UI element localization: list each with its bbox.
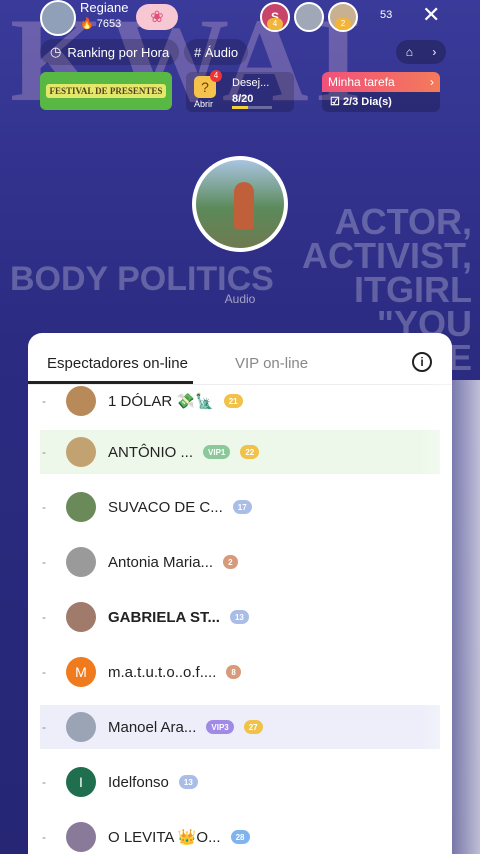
viewer-avatar[interactable]	[66, 437, 96, 467]
background-text-left: BODY POLITICS	[10, 260, 274, 298]
viewer-name: Manoel Ara...	[108, 718, 197, 736]
my-task-label: Minha tarefa	[328, 75, 395, 89]
viewer-badge: 4	[267, 18, 283, 30]
level-badge: VIP3	[206, 720, 234, 734]
ranking-button[interactable]: ◷ Ranking por Hora	[40, 39, 180, 65]
viewers-sheet: Espectadores on-line VIP on-line i - 1 DÓ…	[28, 333, 452, 854]
viewer-count[interactable]: 53	[380, 9, 392, 21]
viewer-avatar[interactable]	[66, 547, 96, 577]
wish-progress-bar	[232, 106, 272, 109]
avatar-letter: M	[75, 664, 87, 680]
viewer-avatar[interactable]	[66, 386, 96, 416]
top-bar: Regiane 🔥 7653 ❀ S 4 2 53 ✕	[0, 0, 480, 36]
row-dash: -	[42, 830, 46, 844]
viewer-avatar[interactable]	[66, 492, 96, 522]
viewer-name: SUVACO DE C...	[108, 498, 223, 516]
viewer-avatar[interactable]	[66, 602, 96, 632]
viewer-avatar[interactable]: M	[66, 657, 96, 687]
viewer-row[interactable]: - Manoel Ara... VIP3 27	[40, 705, 440, 749]
level-badge: 22	[240, 445, 260, 459]
level-badge: 21	[223, 394, 243, 408]
avatar-photo	[234, 182, 254, 230]
chevron-right-icon: ›	[430, 75, 434, 89]
wish-task[interactable]: ? 4 Abrir Desej... 8/20	[186, 70, 294, 112]
row-dash: -	[42, 665, 46, 679]
row-dash: -	[42, 775, 46, 789]
level-badge: 28	[230, 830, 250, 844]
clock-icon: ◷	[50, 44, 62, 59]
row-dash: -	[42, 720, 46, 734]
host-avatar[interactable]	[40, 0, 76, 36]
audio-tag-label: # Áudio	[194, 44, 239, 60]
viewer-name: Idelfonso	[108, 773, 169, 791]
streamer-avatar[interactable]	[192, 156, 288, 252]
host-name[interactable]: Regiane	[80, 0, 128, 15]
avatar-letter: I	[79, 774, 83, 790]
viewer-name: ANTÔNIO ...	[108, 443, 194, 461]
level-badge: 13	[229, 610, 249, 624]
viewer-row[interactable]: - GABRIELA ST... 13	[40, 595, 440, 639]
tab-online-viewers[interactable]: Espectadores on-line	[47, 355, 188, 372]
close-icon[interactable]: ✕	[422, 2, 440, 28]
level-badge: 13	[178, 775, 198, 789]
audio-tag[interactable]: # Áudio	[184, 39, 249, 65]
viewer-row[interactable]: - SUVACO DE C... 17	[40, 485, 440, 529]
wish-progress-text: 8/20	[232, 93, 254, 105]
viewer-row[interactable]: - Mm.a.t.u.t.o..o.f.... 8	[40, 650, 440, 694]
level-badge: 17	[232, 500, 252, 514]
viewer-row[interactable]: - O LEVITA 👑O... 28	[40, 815, 440, 854]
row-dash: -	[42, 555, 46, 569]
viewer-avatar[interactable]	[66, 822, 96, 852]
checkbox-icon: ☑	[330, 96, 340, 108]
gift-badge: 4	[210, 70, 222, 82]
home-button[interactable]: ⌂ ›	[396, 40, 446, 64]
viewer-badge: 2	[335, 18, 351, 30]
tab-vip-online[interactable]: VIP on-line	[235, 355, 308, 372]
my-task-days: 2/3 Dia(s)	[342, 96, 392, 108]
chevron-right-icon: ›	[432, 45, 437, 59]
row-dash: -	[42, 500, 46, 514]
festival-banner[interactable]: FESTIVAL DE PRESENTES	[40, 72, 172, 110]
host-likes: 🔥 7653	[80, 17, 121, 30]
row-dash: -	[42, 394, 46, 408]
viewer-name: GABRIELA ST...	[108, 608, 220, 626]
viewer-row[interactable]: - Antonia Maria... 2	[40, 540, 440, 584]
level-badge: 27	[243, 720, 263, 734]
viewer-avatar[interactable]	[294, 2, 324, 32]
host-likes-count: 7653	[96, 18, 122, 30]
info-icon[interactable]: i	[412, 352, 432, 372]
open-label: Abrir	[194, 99, 214, 109]
tab-bar: Espectadores on-line VIP on-line i	[28, 333, 452, 385]
lotus-icon: ❀	[150, 9, 164, 26]
viewer-row[interactable]: - ANTÔNIO ... VIP1 22	[40, 430, 440, 474]
audio-label: Audio	[224, 292, 256, 306]
viewer-name: Antonia Maria...	[108, 553, 214, 571]
level-badge: VIP1	[203, 445, 231, 459]
ranking-label: Ranking por Hora	[67, 44, 170, 60]
viewer-name: O LEVITA 👑O...	[108, 829, 221, 846]
blur-overlay	[420, 380, 480, 854]
flame-icon: 🔥	[80, 18, 94, 30]
level-badge: 2	[223, 555, 238, 569]
level-badge: 8	[226, 665, 241, 679]
viewer-name: m.a.t.u.t.o..o.f....	[108, 663, 217, 681]
festival-label: FESTIVAL DE PRESENTES	[45, 84, 167, 98]
viewer-row[interactable]: - 1 DÓLAR 💸🗽 21	[40, 379, 440, 423]
wish-label: Desej...	[232, 77, 270, 89]
viewer-name: 1 DÓLAR 💸🗽	[108, 393, 214, 410]
home-icon: ⌂	[405, 45, 413, 59]
viewer-row[interactable]: - I Idelfonso 13	[40, 760, 440, 804]
row-dash: -	[42, 610, 46, 624]
row-dash: -	[42, 445, 46, 459]
viewer-avatar[interactable]: I	[66, 767, 96, 797]
follow-button[interactable]: ❀	[136, 4, 178, 30]
my-task-banner[interactable]: Minha tarefa › ☑ 2/3 Dia(s)	[322, 72, 440, 112]
viewer-avatar[interactable]	[66, 712, 96, 742]
